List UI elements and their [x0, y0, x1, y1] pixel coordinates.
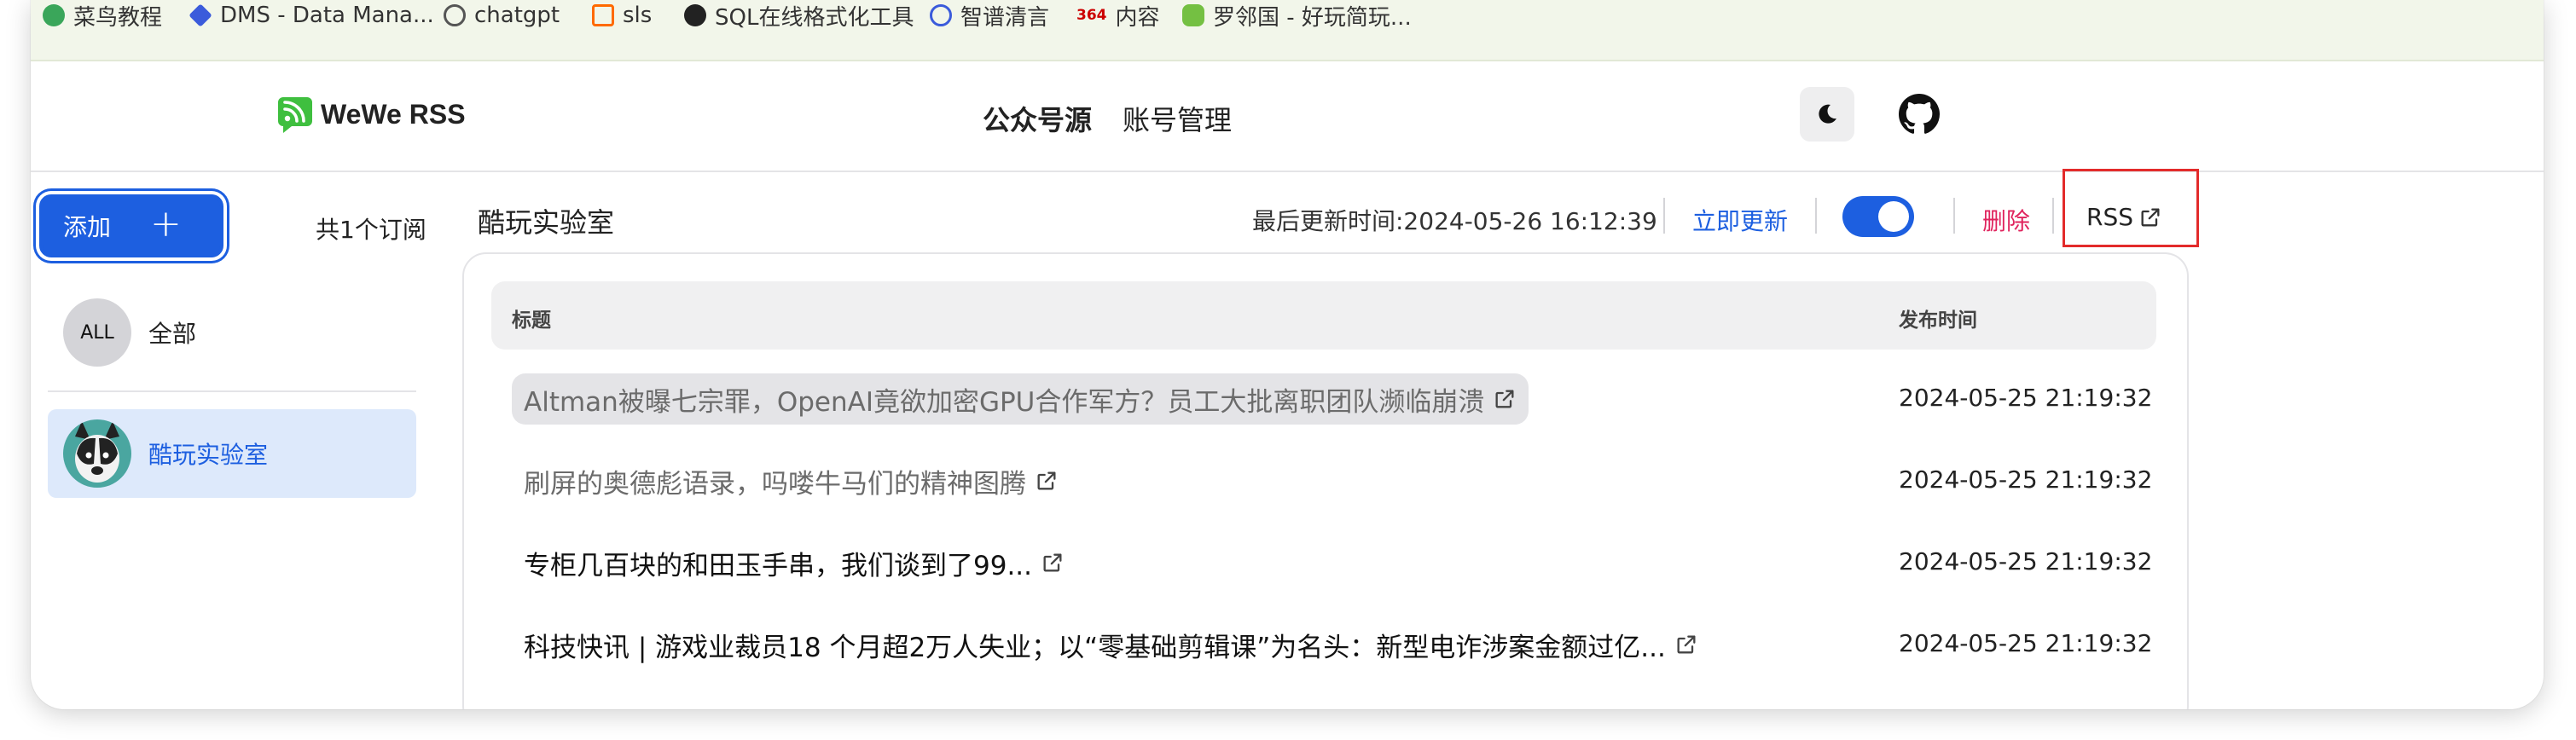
sidebar-item-label: 酷玩实验室	[148, 441, 269, 469]
bookmark-item[interactable]: 364 内容	[1076, 0, 1160, 34]
bookmark-item[interactable]: chatgpt	[444, 0, 560, 34]
app-logo[interactable]: WeWe RSS	[275, 94, 466, 135]
toolbar-divider	[1815, 198, 1817, 234]
external-link-icon	[1495, 390, 1514, 408]
external-link-icon	[2141, 208, 2160, 226]
theme-toggle-button[interactable]	[1800, 87, 1854, 142]
nav-accounts[interactable]: 账号管理	[1123, 99, 1232, 138]
avatar	[63, 419, 131, 488]
bookmark-item[interactable]: SQL在线格式化工具	[684, 0, 914, 34]
rss-logo-icon	[278, 97, 312, 133]
sidebar-item-feed[interactable]: 酷玩实验室	[48, 409, 416, 498]
bookmark-icon	[1182, 4, 1204, 26]
nav-feeds[interactable]: 公众号源	[983, 99, 1092, 138]
update-now-button[interactable]: 立即更新	[1692, 203, 1788, 237]
bookmark-icon	[930, 4, 952, 26]
bookmark-icon	[189, 3, 212, 27]
sidebar-item-all[interactable]: ALL 全部	[48, 288, 416, 377]
toolbar-divider	[1663, 198, 1665, 234]
article-link[interactable]: 刷屏的奥德彪语录，吗喽牛马们的精神图腾	[512, 455, 1070, 506]
feed-enabled-toggle[interactable]	[1842, 196, 1914, 237]
bookmark-item[interactable]: 智谱清言	[930, 0, 1049, 34]
github-icon[interactable]	[1899, 94, 1940, 135]
column-header-time: 发布时间	[1899, 309, 1977, 332]
feed-title: 酷玩实验室	[478, 206, 615, 239]
bookmark-item[interactable]: 菜鸟教程	[43, 0, 162, 34]
article-title: 刷屏的奥德彪语录，吗喽牛马们的精神图腾	[524, 468, 1026, 500]
main-nav: 公众号源 账号管理	[983, 99, 1232, 138]
article-link[interactable]: 科技快讯 | 游戏业裁员18 个月超2万人失业；以“零基础剪辑课”为名头：新型电…	[512, 619, 1710, 670]
bookmark-item[interactable]: sls	[592, 0, 652, 34]
bookmark-icon	[43, 4, 65, 26]
table-header: 标题 发布时间	[491, 281, 2156, 350]
article-link[interactable]: Altman被曝七宗罪，OpenAI竟欲加密GPU合作军方？员工大批离职团队濒临…	[512, 373, 1529, 425]
publish-time: 2024-05-25 21:19:32	[1899, 547, 2153, 575]
external-link-icon	[1677, 635, 1696, 654]
sidebar-item-label: 全部	[148, 320, 197, 348]
publish-time: 2024-05-25 21:19:32	[1899, 465, 2153, 494]
article-title: 科技快讯 | 游戏业裁员18 个月超2万人失业；以“零基础剪辑课”为名头：新型电…	[524, 632, 1666, 663]
publish-time: 2024-05-25 21:19:32	[1899, 629, 2153, 657]
article-link[interactable]: 专柜几百块的和田玉手串，我们谈到了99...	[512, 537, 1076, 588]
dog-avatar-icon	[63, 419, 131, 488]
external-link-icon	[1043, 553, 1062, 572]
bookmark-icon	[684, 4, 706, 26]
bookmark-item[interactable]: 罗邻国 - 好玩简玩...	[1182, 0, 1412, 34]
bookmarks-bar: 菜鸟教程 DMS - Data Mana... chatgpt sls SQL在…	[31, 0, 2544, 61]
moon-icon	[1819, 104, 1836, 124]
table-row: 科技快讯 | 游戏业裁员18 个月超2万人失业；以“零基础剪辑课”为名头：新型电…	[491, 604, 2156, 685]
article-title: 专柜几百块的和田玉手串，我们谈到了99...	[524, 550, 1033, 581]
avatar: ALL	[63, 298, 131, 367]
table-row: Altman被曝七宗罪，OpenAI竟欲加密GPU合作军方？员工大批离职团队濒临…	[491, 358, 2156, 440]
column-header-title: 标题	[512, 309, 551, 332]
browser-window: 菜鸟教程 DMS - Data Mana... chatgpt sls SQL在…	[31, 0, 2544, 709]
bookmark-icon	[592, 4, 614, 26]
publish-time: 2024-05-25 21:19:32	[1899, 384, 2153, 412]
toolbar-divider	[2052, 198, 2054, 234]
external-link-icon	[1037, 471, 1056, 490]
app-name: WeWe RSS	[321, 98, 466, 130]
bookmark-icon	[444, 4, 466, 26]
sidebar-divider	[48, 390, 416, 392]
toolbar-divider	[1953, 198, 1955, 234]
subscription-count: 共1个订阅	[316, 216, 426, 244]
bookmark-item[interactable]: DMS - Data Mana...	[189, 0, 434, 34]
article-title: Altman被曝七宗罪，OpenAI竟欲加密GPU合作军方？员工大批离职团队濒临…	[524, 386, 1485, 418]
delete-button[interactable]: 删除	[1982, 203, 2030, 237]
rss-link[interactable]: RSS	[2086, 203, 2162, 231]
table-row: 刷屏的奥德彪语录，吗喽牛马们的精神图腾 2024-05-25 21:19:32	[491, 440, 2156, 522]
add-subscription-button[interactable]: 添加 +	[39, 194, 223, 257]
bookmark-icon: 364	[1076, 7, 1107, 24]
app-header: WeWe RSS 公众号源 账号管理	[31, 61, 2544, 172]
toggle-knob	[1878, 201, 1909, 232]
last-updated-text: 最后更新时间:2024-05-26 16:12:39	[1252, 207, 1657, 235]
table-row: 专柜几百块的和田玉手串，我们谈到了99... 2024-05-25 21:19:…	[491, 522, 2156, 604]
plus-icon: +	[150, 202, 182, 246]
